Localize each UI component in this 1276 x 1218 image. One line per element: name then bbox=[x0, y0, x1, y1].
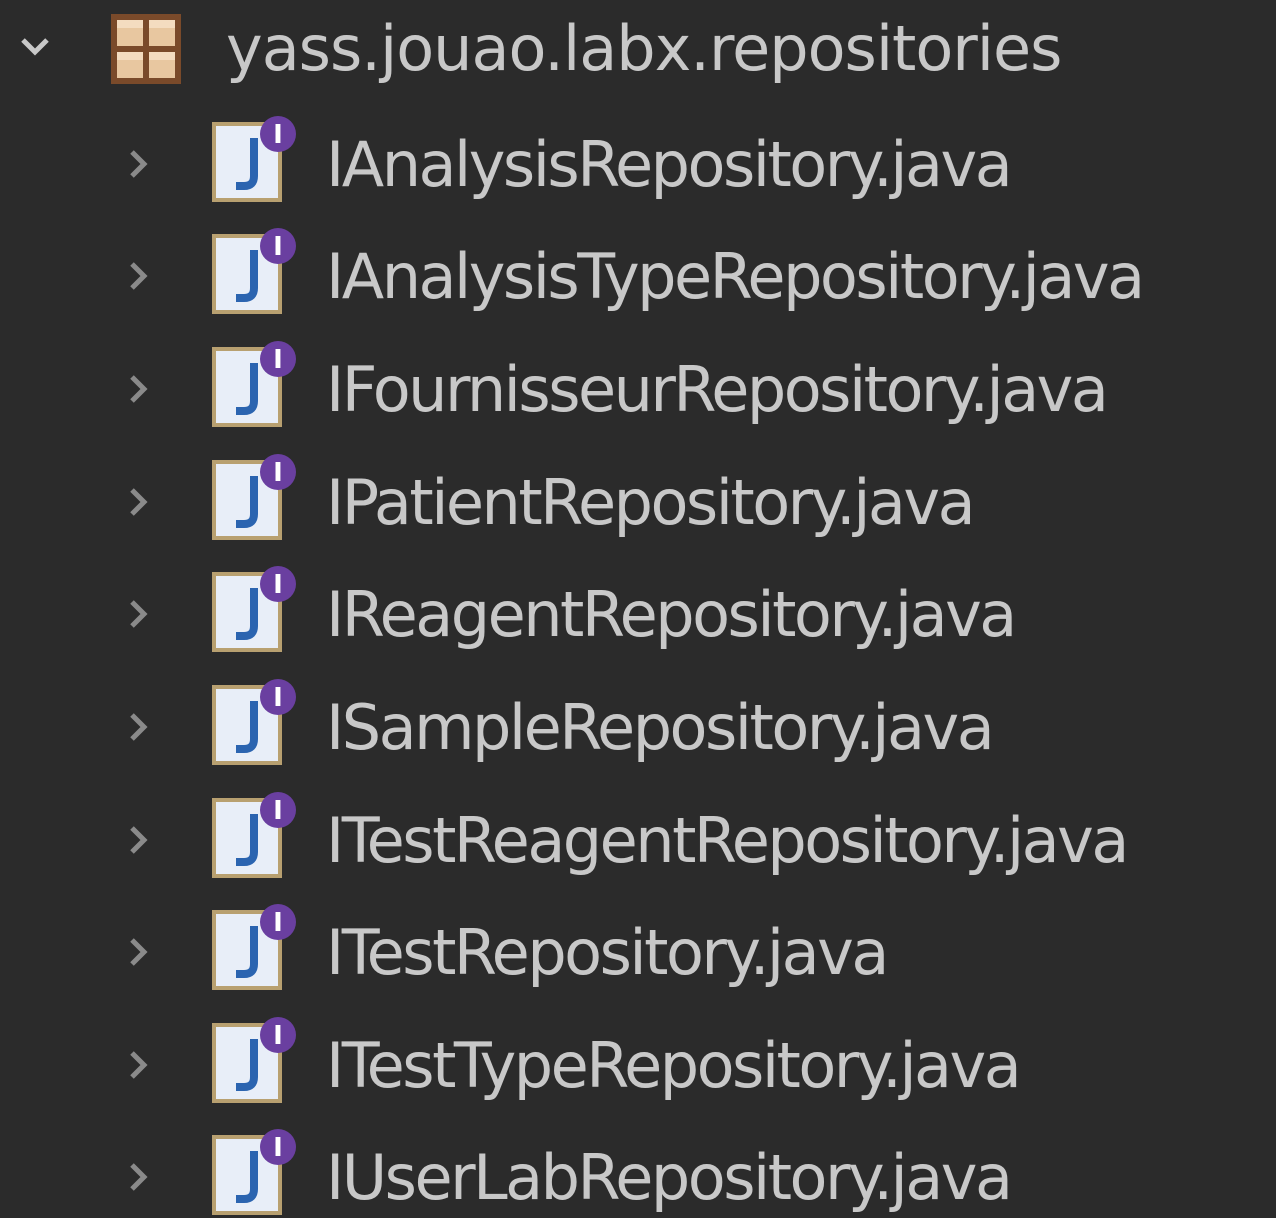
package-icon bbox=[108, 11, 184, 87]
tree-item-file[interactable]: I IUserLabRepository.java bbox=[0, 1123, 1276, 1218]
chevron-right-icon[interactable] bbox=[122, 147, 156, 181]
file-name: ITestTypeRepository.java bbox=[326, 1029, 1022, 1102]
file-name: IFournisseurRepository.java bbox=[326, 353, 1109, 426]
tree-item-file[interactable]: I ITestReagentRepository.java bbox=[0, 786, 1276, 896]
chevron-down-icon[interactable] bbox=[18, 30, 52, 64]
package-explorer-tree: yass.jouao.labx.repositories I IAnalysis… bbox=[0, 0, 1276, 1218]
tree-item-file[interactable]: I IPatientRepository.java bbox=[0, 448, 1276, 558]
chevron-right-icon[interactable] bbox=[122, 597, 156, 631]
file-name: IPatientRepository.java bbox=[326, 466, 976, 539]
java-interface-icon: I bbox=[210, 1127, 300, 1217]
chevron-right-icon[interactable] bbox=[122, 259, 156, 293]
file-name: IUserLabRepository.java bbox=[326, 1141, 1013, 1214]
java-interface-icon: I bbox=[210, 677, 300, 767]
svg-text:I: I bbox=[273, 345, 283, 375]
svg-text:I: I bbox=[273, 232, 283, 262]
chevron-right-icon[interactable] bbox=[122, 1160, 156, 1194]
file-name: ISampleRepository.java bbox=[326, 691, 995, 764]
package-name: yass.jouao.labx.repositories bbox=[226, 12, 1062, 85]
svg-text:I: I bbox=[273, 908, 283, 938]
tree-item-file[interactable]: I IAnalysisTypeRepository.java bbox=[0, 222, 1276, 332]
java-interface-icon: I bbox=[210, 114, 300, 204]
tree-item-file[interactable]: I ITestTypeRepository.java bbox=[0, 1011, 1276, 1121]
java-interface-icon: I bbox=[210, 452, 300, 542]
java-interface-icon: I bbox=[210, 790, 300, 880]
java-interface-icon: I bbox=[210, 902, 300, 992]
java-interface-icon: I bbox=[210, 226, 300, 316]
package-node[interactable]: yass.jouao.labx.repositories bbox=[0, 0, 1276, 110]
chevron-right-icon[interactable] bbox=[122, 485, 156, 519]
chevron-right-icon[interactable] bbox=[122, 935, 156, 969]
chevron-right-icon[interactable] bbox=[122, 372, 156, 406]
tree-item-file[interactable]: I IAnalysisRepository.java bbox=[0, 110, 1276, 220]
file-name: IReagentRepository.java bbox=[326, 578, 1017, 651]
svg-text:I: I bbox=[273, 1021, 283, 1051]
chevron-right-icon[interactable] bbox=[122, 823, 156, 857]
java-interface-icon: I bbox=[210, 1015, 300, 1105]
svg-text:I: I bbox=[273, 458, 283, 488]
file-name: ITestReagentRepository.java bbox=[326, 804, 1129, 877]
java-interface-icon: I bbox=[210, 564, 300, 654]
tree-item-file[interactable]: I IFournisseurRepository.java bbox=[0, 335, 1276, 445]
file-name: ITestRepository.java bbox=[326, 916, 889, 989]
chevron-right-icon[interactable] bbox=[122, 1048, 156, 1082]
svg-text:I: I bbox=[273, 120, 283, 150]
tree-item-file[interactable]: I ISampleRepository.java bbox=[0, 673, 1276, 783]
chevron-right-icon[interactable] bbox=[122, 710, 156, 744]
file-name: IAnalysisRepository.java bbox=[326, 128, 1013, 201]
tree-item-file[interactable]: I ITestRepository.java bbox=[0, 898, 1276, 1008]
file-name: IAnalysisTypeRepository.java bbox=[326, 240, 1145, 313]
svg-text:I: I bbox=[273, 683, 283, 713]
java-interface-icon: I bbox=[210, 339, 300, 429]
svg-text:I: I bbox=[273, 1133, 283, 1163]
tree-item-file[interactable]: I IReagentRepository.java bbox=[0, 560, 1276, 670]
svg-text:I: I bbox=[273, 796, 283, 826]
svg-text:I: I bbox=[273, 570, 283, 600]
